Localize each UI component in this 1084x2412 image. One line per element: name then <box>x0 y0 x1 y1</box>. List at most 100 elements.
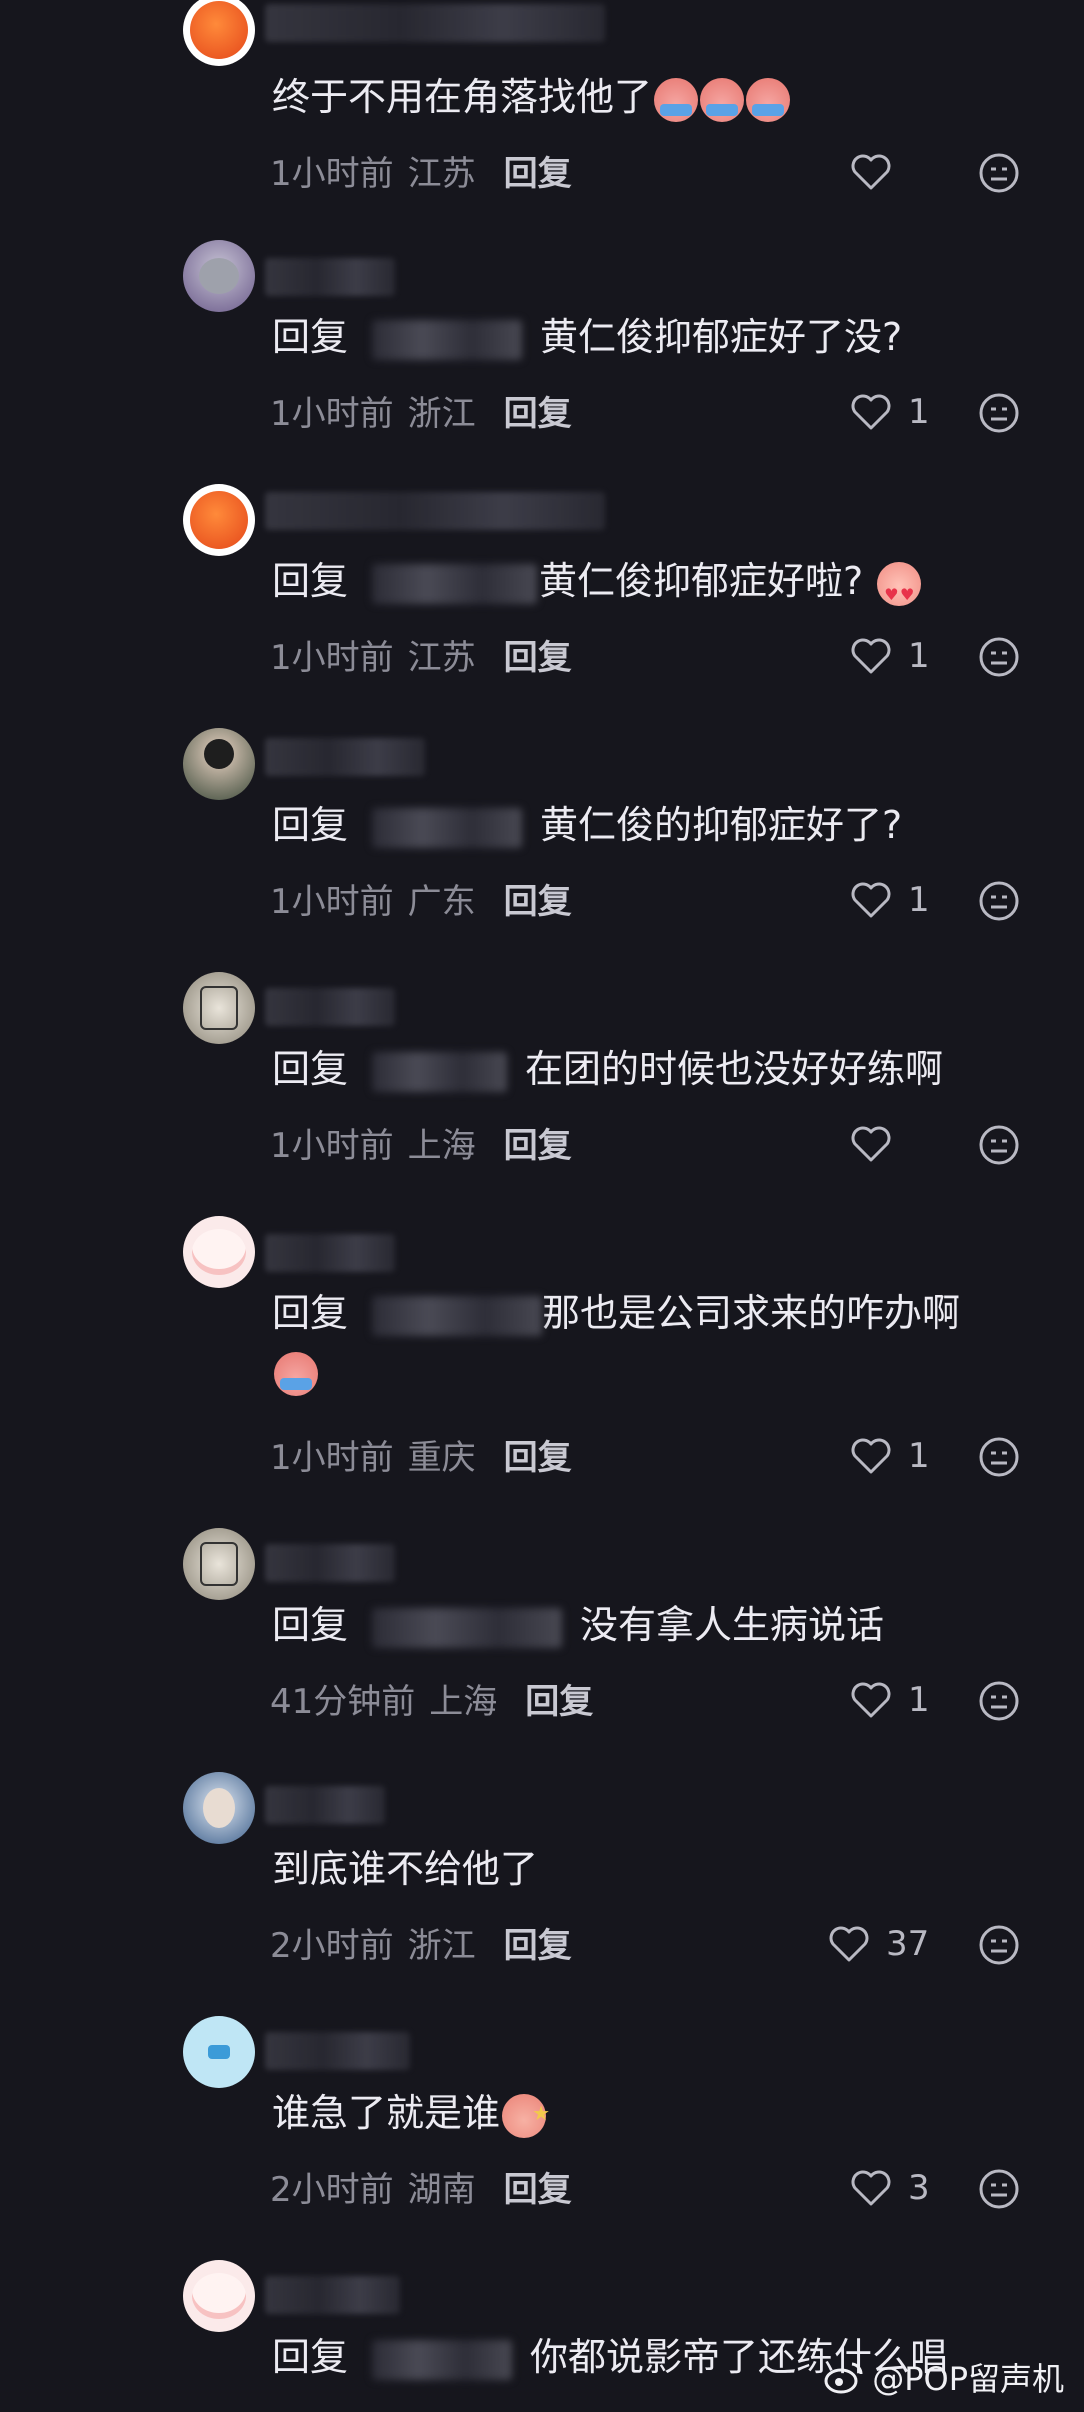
avatar[interactable] <box>183 972 255 1044</box>
dislike-button[interactable] <box>978 1924 1020 1970</box>
comment-text: 谁急了就是谁 <box>272 2088 550 2138</box>
comment-meta: 1小时前 浙江 回复 <box>270 394 572 434</box>
reply-button[interactable]: 回复 <box>504 882 572 922</box>
username-blurred[interactable] <box>265 2032 410 2070</box>
like-button[interactable]: 1 <box>850 880 930 920</box>
meh-face-icon <box>979 1681 1019 1721</box>
meh-face-icon <box>979 1925 1019 1965</box>
mention-blurred[interactable] <box>372 1607 563 1648</box>
heart-outline-icon <box>851 1438 891 1474</box>
reply-button[interactable]: 回复 <box>504 1126 572 1166</box>
avatar[interactable] <box>183 2016 255 2088</box>
meh-face-icon <box>979 1125 1019 1165</box>
like-button[interactable]: 3 <box>850 2168 930 2208</box>
dislike-button[interactable] <box>978 1124 1020 1170</box>
dislike-button[interactable] <box>978 1680 1020 1726</box>
watermark-text: @POP留声机 <box>872 2360 1064 2398</box>
username-blurred[interactable] <box>265 1234 395 1272</box>
mention-blurred[interactable] <box>372 319 523 360</box>
reply-button[interactable]: 回复 <box>504 1438 572 1478</box>
comment-text: 回复 那也是公司求来的咋办啊 <box>272 1291 961 1336</box>
weibo-logo-icon <box>824 2362 863 2394</box>
avatar[interactable] <box>183 240 255 312</box>
like-button[interactable] <box>850 152 908 192</box>
username-blurred[interactable] <box>265 1786 385 1824</box>
comment-meta: 1小时前 上海 回复 <box>270 1126 572 1166</box>
reply-button[interactable]: 回复 <box>504 2170 572 2210</box>
crying-peach-emoji-icon <box>654 77 699 122</box>
username-blurred[interactable] <box>265 492 605 530</box>
like-count: 3 <box>908 2168 930 2208</box>
avatar[interactable] <box>183 2260 255 2332</box>
comment-meta: 1小时前 广东 回复 <box>270 882 572 922</box>
mention-blurred[interactable] <box>372 2339 513 2380</box>
like-count: 1 <box>908 636 930 676</box>
heart-outline-icon <box>851 1682 891 1718</box>
comment-meta: 2小时前 浙江 回复 <box>270 1926 572 1966</box>
username-blurred[interactable] <box>265 258 395 296</box>
mention-blurred[interactable] <box>372 1295 543 1336</box>
meh-face-icon <box>979 2169 1019 2209</box>
dislike-button[interactable] <box>978 392 1020 438</box>
avatar[interactable] <box>183 728 255 800</box>
dislike-button[interactable] <box>978 880 1020 926</box>
heart-eyes-emoji-icon <box>877 561 922 620</box>
comment-text: 到底谁不给他了 <box>272 1847 539 1891</box>
avatar[interactable] <box>183 1772 255 1844</box>
avatar[interactable] <box>183 484 255 556</box>
like-button[interactable]: 1 <box>850 1680 930 1720</box>
mention-blurred[interactable] <box>372 1051 508 1092</box>
comment-text: 回复 没有拿人生病说话 <box>272 1603 885 1648</box>
heart-outline-icon <box>851 394 891 430</box>
avatar[interactable] <box>183 1216 255 1288</box>
reply-button[interactable]: 回复 <box>504 394 572 434</box>
reply-button[interactable]: 回复 <box>504 1926 572 1966</box>
username-blurred[interactable] <box>265 1544 395 1582</box>
like-count: 1 <box>908 1436 930 1476</box>
like-count: 1 <box>908 392 930 432</box>
meh-face-icon <box>979 393 1019 433</box>
comment-text: 回复 在团的时候也没好好练啊 <box>272 1047 944 1092</box>
heart-outline-icon <box>851 882 891 918</box>
crying-peach-emoji-icon <box>746 77 791 122</box>
peach-star-emoji-icon <box>502 2088 550 2138</box>
comment-text: 回复 黄仁俊抑郁症好了没? <box>272 315 903 360</box>
heart-outline-icon <box>829 1926 869 1962</box>
like-button[interactable]: 37 <box>828 1924 929 1964</box>
dislike-button[interactable] <box>978 2168 1020 2214</box>
heart-outline-icon <box>851 154 891 190</box>
username-blurred[interactable] <box>265 738 425 776</box>
mention-blurred[interactable] <box>372 563 538 604</box>
comment-text: 终于不用在角落找他了 <box>272 72 791 122</box>
reply-button[interactable]: 回复 <box>504 638 572 678</box>
crying-peach-emoji-icon <box>700 77 745 122</box>
dislike-button[interactable] <box>978 636 1020 682</box>
like-count: 1 <box>908 1680 930 1720</box>
meh-face-icon <box>979 153 1019 193</box>
username-blurred[interactable] <box>265 988 395 1026</box>
comment-meta: 2小时前 湖南 回复 <box>270 2170 572 2210</box>
comment-meta: 1小时前 江苏 回复 <box>270 154 572 194</box>
comment-meta: 1小时前 重庆 回复 <box>270 1438 572 1478</box>
meh-face-icon <box>979 881 1019 921</box>
username-blurred[interactable] <box>265 4 605 42</box>
dislike-button[interactable] <box>978 152 1020 198</box>
reply-button[interactable]: 回复 <box>525 1682 593 1722</box>
like-count: 1 <box>908 880 930 920</box>
heart-outline-icon <box>851 638 891 674</box>
watermark: @POP留声机 <box>824 2354 1064 2400</box>
avatar[interactable] <box>183 0 255 66</box>
avatar[interactable] <box>183 1528 255 1600</box>
comment-text-line2 <box>272 1346 318 1396</box>
like-button[interactable]: 1 <box>850 636 930 676</box>
reply-button[interactable]: 回复 <box>504 154 572 194</box>
like-button[interactable]: 1 <box>850 1436 930 1476</box>
meh-face-icon <box>979 1437 1019 1477</box>
mention-blurred[interactable] <box>372 807 523 848</box>
username-blurred[interactable] <box>265 2276 400 2314</box>
comment-text: 回复 黄仁俊的抑郁症好了? <box>272 803 903 848</box>
heart-outline-icon <box>851 2170 891 2206</box>
like-button[interactable] <box>850 1124 908 1164</box>
like-button[interactable]: 1 <box>850 392 930 432</box>
dislike-button[interactable] <box>978 1436 1020 1482</box>
